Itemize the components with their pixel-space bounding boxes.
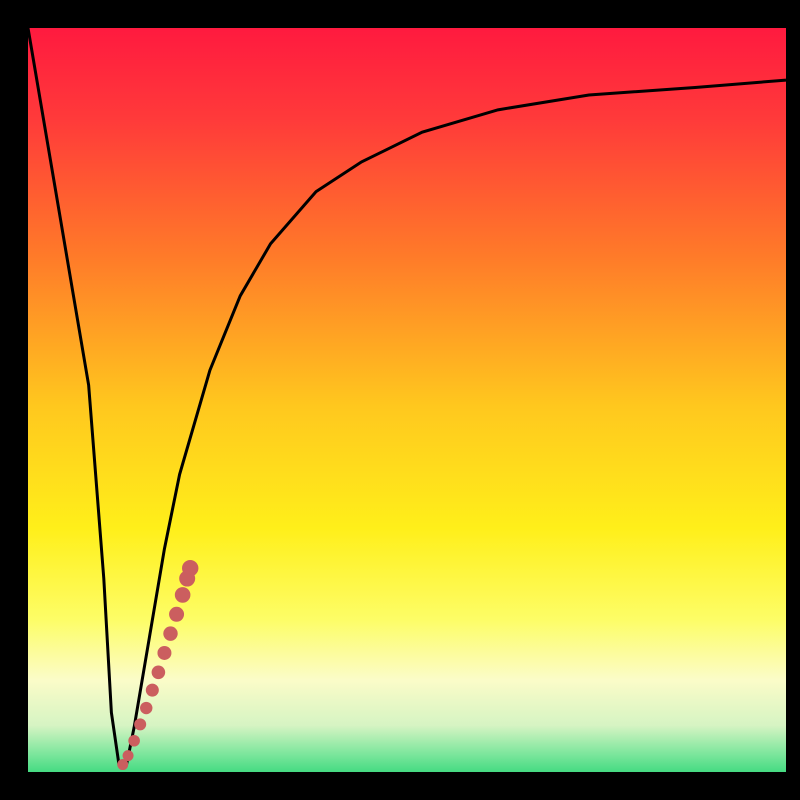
highlight-dot bbox=[163, 626, 177, 640]
highlight-dot bbox=[128, 735, 140, 747]
highlight-dot bbox=[157, 646, 171, 660]
highlight-dot bbox=[123, 750, 134, 761]
chart-svg bbox=[28, 28, 786, 772]
highlight-dot bbox=[140, 702, 152, 714]
highlight-dot bbox=[175, 587, 191, 603]
bottleneck-curve bbox=[28, 28, 786, 765]
highlight-dot bbox=[146, 684, 159, 697]
highlight-dot bbox=[152, 666, 166, 680]
plot-area bbox=[28, 28, 786, 772]
highlight-dot bbox=[169, 607, 184, 622]
highlight-dot bbox=[182, 560, 198, 576]
highlight-dot bbox=[134, 718, 146, 730]
